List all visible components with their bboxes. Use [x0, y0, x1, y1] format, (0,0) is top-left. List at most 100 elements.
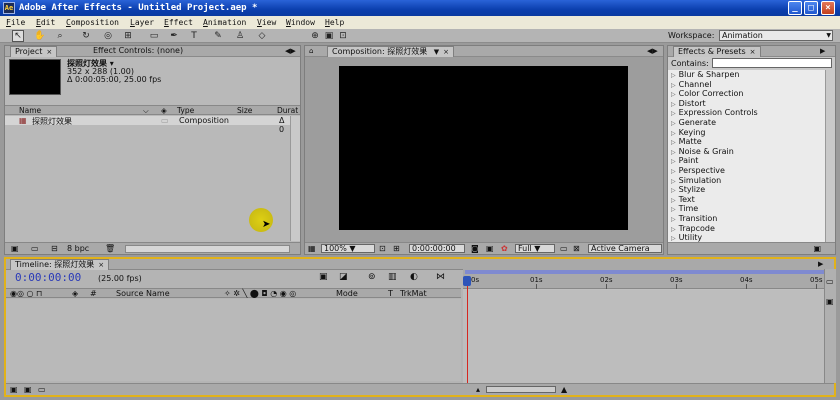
lock-icon[interactable]: ⌂ — [309, 47, 313, 55]
new-composition-icon[interactable]: ⊟ — [51, 244, 58, 253]
list-item[interactable]: ▷ Paint — [671, 156, 698, 166]
new-folder-icon[interactable]: ▭ — [31, 244, 39, 253]
time-navigator-icon[interactable]: ▣ — [826, 297, 834, 306]
comp-button-icon[interactable]: ▣ — [319, 272, 328, 282]
composition-viewer[interactable] — [339, 66, 628, 230]
column-t[interactable]: T — [388, 289, 393, 298]
zoom-tool-icon[interactable]: ⌕ — [54, 30, 66, 42]
timeline-current-time[interactable]: 0:00:00:00 — [15, 271, 81, 284]
pan-behind-tool-icon[interactable]: ⊞ — [122, 30, 134, 42]
brush-tool-icon[interactable]: ✎ — [212, 30, 224, 42]
axis-world-icon[interactable]: ▣ — [323, 30, 335, 42]
list-item[interactable]: ▷ Channel — [671, 80, 711, 90]
menu-animation[interactable]: Animation — [203, 18, 246, 27]
project-vertical-scrollbar[interactable] — [290, 116, 300, 241]
rectangle-mask-tool-icon[interactable]: ▭ — [148, 30, 160, 42]
list-item[interactable]: ▷ Expression Controls — [671, 108, 758, 118]
label-column-icon[interactable]: ◈ — [72, 289, 78, 298]
camera-dropdown[interactable]: Active Camera — [588, 244, 662, 253]
timeline-zoom-slider[interactable] — [486, 386, 556, 393]
project-horizontal-scrollbar[interactable] — [125, 245, 290, 253]
always-preview-icon[interactable]: ▦ — [308, 244, 316, 253]
workspace-dropdown[interactable]: Animation ▼ — [719, 30, 833, 41]
live-update-icon[interactable]: ⊚ — [368, 272, 376, 282]
list-item[interactable]: ▷ Noise & Grain — [671, 147, 734, 157]
av-features-icon[interactable]: ◉◎ ○ ⊓ — [10, 289, 42, 298]
close-button[interactable]: × — [821, 1, 835, 15]
tab-composition[interactable]: Composition: 探照灯效果 ▼ × — [327, 46, 455, 57]
menu-view[interactable]: View — [257, 18, 276, 27]
maximize-button[interactable]: □ — [804, 1, 818, 15]
resolution-dropdown[interactable]: Full ▼ — [515, 244, 555, 253]
menu-help[interactable]: Help — [325, 18, 344, 27]
close-icon[interactable]: × — [46, 48, 52, 56]
menu-edit[interactable]: Edit — [36, 18, 55, 27]
list-item[interactable]: ▷ Perspective — [671, 166, 725, 176]
panel-menu-icon[interactable]: ▶ — [818, 260, 823, 268]
list-item[interactable]: ▷ Generate — [671, 118, 716, 128]
timeline-track-area[interactable] — [463, 290, 827, 383]
tab-timeline[interactable]: Timeline: 探照灯效果 × — [10, 259, 110, 270]
column-duration[interactable]: Durat — [277, 106, 298, 115]
tab-effect-controls[interactable]: Effect Controls: (none) — [89, 46, 187, 57]
list-item[interactable]: ▷ Blur & Sharpen — [671, 70, 739, 80]
column-size[interactable]: Size — [237, 106, 252, 115]
timeline-layers-area[interactable] — [6, 299, 461, 381]
list-item[interactable]: ▷ Stylize — [671, 185, 705, 195]
menu-composition[interactable]: Composition — [66, 18, 119, 27]
list-item[interactable]: ▷ Text — [671, 195, 695, 205]
effects-vertical-scrollbar[interactable] — [825, 70, 835, 242]
rotate-tool-icon[interactable]: ↻ — [80, 30, 92, 42]
channel-icon[interactable]: ✿ — [501, 244, 508, 253]
panel-menu-icon[interactable]: ▶ — [820, 47, 825, 55]
menu-window[interactable]: Window — [286, 18, 315, 27]
snapshot-icon[interactable]: ◙ — [471, 244, 479, 253]
motion-blur-icon[interactable]: ◐ — [410, 272, 418, 282]
trash-icon[interactable]: 🗑 — [105, 244, 115, 253]
tab-effects-presets[interactable]: Effects & Presets × — [673, 46, 761, 57]
list-item[interactable]: ▷ Distort — [671, 99, 706, 109]
menu-file[interactable]: File — [6, 18, 25, 27]
minimize-button[interactable]: _ — [788, 1, 802, 15]
current-time-indicator[interactable] — [463, 276, 471, 286]
axis-local-icon[interactable]: ⊕ — [309, 30, 321, 42]
menu-effect[interactable]: Effect — [164, 18, 193, 27]
axis-view-icon[interactable]: ⊡ — [337, 30, 349, 42]
table-row[interactable]: ▦ 探照灯效果 ▭ Composition Δ 0 — [5, 116, 290, 134]
show-snapshot-icon[interactable]: ▣ — [486, 244, 494, 253]
toggle-switches-icon[interactable]: ▣ — [10, 385, 18, 394]
work-area-bar[interactable] — [465, 270, 825, 274]
list-item[interactable]: ▷ Time — [671, 204, 698, 214]
bit-depth-label[interactable]: 8 bpc — [67, 244, 89, 253]
interpret-footage-icon[interactable]: ▣ — [11, 244, 19, 253]
pen-tool-icon[interactable]: ✒ — [168, 30, 180, 42]
zoom-in-icon[interactable]: ▲ — [561, 385, 567, 394]
switches-icons[interactable]: ✧ ✲ ╲ ⬤ ◘ ◔ ◉ ◎ — [224, 289, 296, 298]
close-icon[interactable]: × — [98, 261, 104, 269]
panel-menu-icon[interactable]: ◀▶ — [285, 47, 296, 55]
camera-orbit-tool-icon[interactable]: ◎ — [102, 30, 114, 42]
comp-flowchart-icon[interactable]: ▭ — [826, 277, 834, 286]
eraser-tool-icon[interactable]: ◇ — [256, 30, 268, 42]
close-icon[interactable]: × — [750, 48, 756, 56]
tab-project[interactable]: Project × — [10, 46, 58, 57]
magnification-dropdown[interactable]: 100% ▼ — [321, 244, 375, 253]
safe-zones-icon[interactable]: ⊡ — [379, 244, 386, 253]
transparency-grid-icon[interactable]: ⊠ — [573, 244, 580, 253]
draft-3d-icon[interactable]: ◪ — [339, 272, 348, 282]
selection-tool-icon[interactable]: ↖ — [12, 30, 24, 42]
column-trkmat[interactable]: TrkMat — [400, 289, 427, 298]
time-ruler[interactable]: 0s 01s 02s 03s 04s 05s — [463, 269, 827, 289]
effects-search-input[interactable] — [712, 58, 832, 68]
list-item[interactable]: ▷ Transition — [671, 214, 717, 224]
column-name[interactable]: Name — [19, 106, 41, 115]
sort-chevron-icon[interactable]: ⌵ — [143, 106, 149, 116]
toggle-transfer-icon[interactable]: ▭ — [38, 385, 46, 394]
list-item[interactable]: ▷ Trapcode — [671, 224, 715, 234]
list-item[interactable]: ▷ Simulation — [671, 176, 721, 186]
panel-menu-icon[interactable]: ◀▶ — [647, 47, 658, 55]
list-item[interactable]: ▷ Keying — [671, 128, 706, 138]
zoom-out-icon[interactable]: ▴ — [476, 385, 480, 394]
close-icon[interactable]: × — [443, 48, 449, 56]
clone-stamp-tool-icon[interactable]: ♙ — [234, 30, 246, 42]
